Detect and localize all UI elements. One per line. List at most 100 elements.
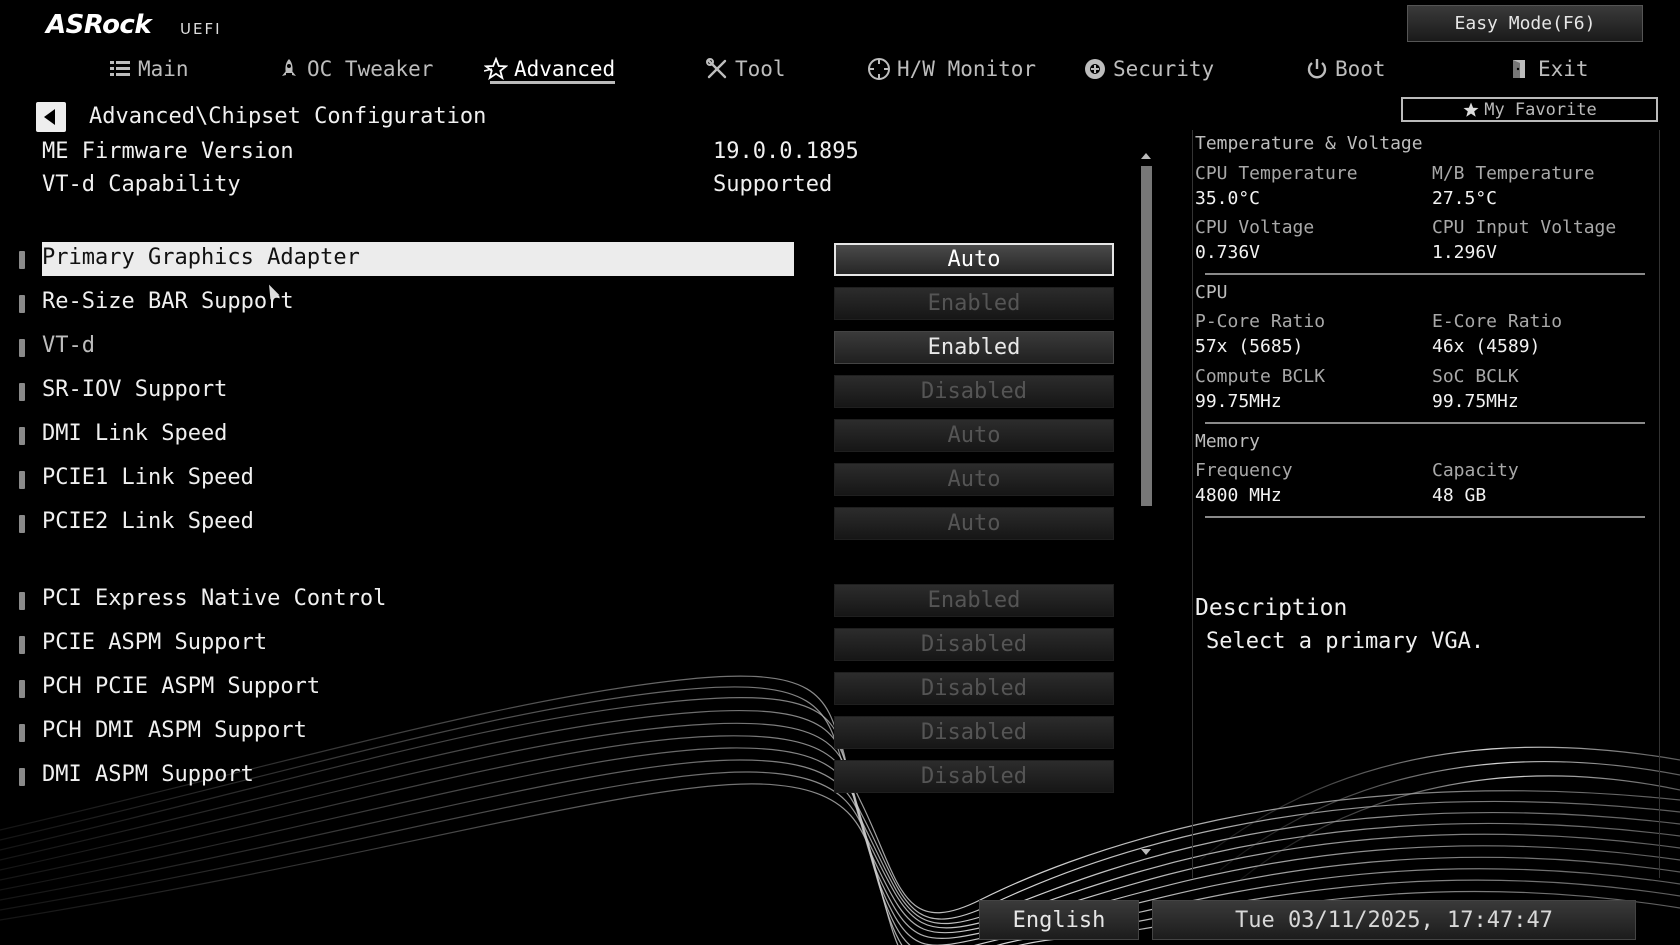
back-arrow-icon	[44, 109, 55, 125]
back-button[interactable]	[36, 102, 66, 132]
easy-mode-button[interactable]: Easy Mode(F6)	[1407, 5, 1643, 42]
rocket-icon	[282, 59, 296, 76]
setting-label: PCH DMI ASPM Support	[42, 718, 307, 743]
cpu-section-title: CPU	[1195, 282, 1228, 303]
tab-hw-monitor[interactable]: H/W Monitor	[867, 48, 1036, 90]
list-icon	[110, 61, 130, 76]
star-icon	[1463, 102, 1479, 117]
tab-security[interactable]: Security	[1083, 48, 1214, 90]
setting-label: DMI ASPM Support	[42, 762, 254, 787]
setting-row-vtd[interactable]: VT-d Enabled	[0, 330, 1120, 366]
setting-row-pcie2-link-speed[interactable]: PCIE2 Link Speed Auto	[0, 506, 1120, 542]
tab-advanced-label: Advanced	[514, 57, 616, 81]
breadcrumb: Advanced\Chipset Configuration	[89, 104, 487, 129]
chevron-up-icon	[1141, 153, 1151, 159]
tab-exit-label: Exit	[1538, 57, 1589, 81]
setting-value-dropdown[interactable]: Disabled	[834, 628, 1114, 661]
setting-row-dmi-aspm[interactable]: DMI ASPM Support Disabled	[0, 759, 1120, 795]
memory-frequency-value: 4800 MHz	[1195, 485, 1282, 506]
row-marker	[19, 339, 25, 357]
tab-boot[interactable]: Boot	[1305, 48, 1386, 90]
tools-icon	[706, 58, 727, 79]
divider	[1205, 422, 1645, 424]
memory-section-title: Memory	[1195, 431, 1261, 452]
scroll-thumb[interactable]	[1141, 166, 1152, 506]
cpu-voltage-value: 0.736V	[1195, 242, 1261, 263]
tab-security-label: Security	[1113, 57, 1215, 81]
tab-oc-tweaker-label: OC Tweaker	[307, 57, 434, 81]
my-favorite-label: My Favorite	[1484, 99, 1597, 120]
info-vtd-capability-value: Supported	[713, 172, 833, 197]
pcore-ratio-label: P-Core Ratio	[1195, 311, 1326, 332]
row-marker	[19, 636, 25, 654]
mb-temp-value: 27.5°C	[1432, 188, 1498, 209]
language-button[interactable]: English	[979, 900, 1139, 940]
tab-main[interactable]: Main	[108, 48, 189, 90]
setting-label: PCIE2 Link Speed	[42, 509, 254, 534]
scroll-down-button[interactable]	[1139, 846, 1153, 858]
settings-scrollbar[interactable]	[1139, 150, 1153, 862]
ecore-ratio-value: 46x (4589)	[1432, 336, 1541, 357]
cpu-temp-value: 35.0°C	[1195, 188, 1261, 209]
setting-row-pci-express-native-control[interactable]: PCI Express Native Control Enabled	[0, 583, 1120, 619]
ecore-ratio-label: E-Core Ratio	[1432, 311, 1563, 332]
tab-hw-monitor-label: H/W Monitor	[897, 57, 1037, 81]
row-marker	[19, 680, 25, 698]
setting-value-dropdown[interactable]: Auto	[834, 463, 1114, 496]
monitor-icon	[868, 58, 890, 80]
setting-value-dropdown[interactable]: Auto	[834, 419, 1114, 452]
compute-bclk-label: Compute BCLK	[1195, 366, 1326, 387]
row-marker	[19, 251, 25, 269]
tab-oc-tweaker[interactable]: OC Tweaker	[277, 48, 433, 90]
tab-exit[interactable]: Exit	[1508, 48, 1589, 90]
soc-bclk-label: SoC BCLK	[1432, 366, 1519, 387]
cpu-temp-label: CPU Temperature	[1195, 163, 1358, 184]
setting-value-dropdown[interactable]: Enabled	[834, 584, 1114, 617]
my-favorite-button[interactable]: My Favorite	[1401, 97, 1658, 122]
setting-value-dropdown[interactable]: Enabled	[834, 331, 1114, 364]
uefi-label: UEFI	[180, 20, 222, 38]
setting-row-pch-dmi-aspm[interactable]: PCH DMI ASPM Support Disabled	[0, 715, 1120, 751]
divider	[1205, 273, 1645, 275]
datetime-display: Tue 03/11/2025, 17:47:47	[1152, 900, 1636, 940]
cpu-input-voltage-value: 1.296V	[1432, 242, 1498, 263]
setting-value-dropdown[interactable]: Disabled	[834, 375, 1114, 408]
setting-label: DMI Link Speed	[42, 421, 228, 446]
chevron-down-icon	[1141, 849, 1151, 855]
setting-row-pch-pcie-aspm[interactable]: PCH PCIE ASPM Support Disabled	[0, 671, 1120, 707]
setting-row-primary-graphics-adapter[interactable]: Primary Graphics Adapter Auto	[0, 242, 1120, 278]
setting-label: PCIE ASPM Support	[42, 630, 268, 655]
row-marker	[19, 471, 25, 489]
tab-advanced[interactable]: Advanced	[484, 48, 616, 90]
tab-boot-label: Boot	[1335, 57, 1386, 81]
scroll-up-button[interactable]	[1139, 150, 1153, 162]
temp-voltage-title: Temperature & Voltage	[1195, 133, 1423, 154]
row-marker	[19, 724, 25, 742]
compute-bclk-value: 99.75MHz	[1195, 391, 1282, 412]
setting-value-dropdown[interactable]: Disabled	[834, 716, 1114, 749]
setting-row-sr-iov[interactable]: SR-IOV Support Disabled	[0, 374, 1120, 410]
row-marker	[19, 768, 25, 786]
setting-row-pcie1-link-speed[interactable]: PCIE1 Link Speed Auto	[0, 462, 1120, 498]
asrock-logo: ASRock	[46, 10, 152, 40]
row-marker	[19, 592, 25, 610]
soc-bclk-value: 99.75MHz	[1432, 391, 1519, 412]
tab-tool-label: Tool	[735, 57, 786, 81]
setting-value-dropdown[interactable]: Enabled	[834, 287, 1114, 320]
shield-icon	[1085, 59, 1105, 79]
description-title: Description	[1195, 595, 1348, 621]
tab-main-label: Main	[138, 57, 189, 81]
setting-row-pcie-aspm[interactable]: PCIE ASPM Support Disabled	[0, 627, 1120, 663]
setting-row-resize-bar[interactable]: Re-Size BAR Support Enabled	[0, 286, 1120, 322]
setting-value-dropdown[interactable]: Auto	[834, 243, 1114, 276]
setting-value-dropdown[interactable]: Disabled	[834, 760, 1114, 793]
setting-row-dmi-link-speed[interactable]: DMI Link Speed Auto	[0, 418, 1120, 454]
info-me-firmware-value: 19.0.0.1895	[713, 139, 859, 164]
setting-label: VT-d	[42, 333, 95, 358]
setting-label: PCIE1 Link Speed	[42, 465, 254, 490]
setting-label: PCH PCIE ASPM Support	[42, 674, 321, 699]
setting-value-dropdown[interactable]: Disabled	[834, 672, 1114, 705]
exit-icon	[1513, 60, 1525, 78]
tab-tool[interactable]: Tool	[705, 48, 786, 90]
setting-value-dropdown[interactable]: Auto	[834, 507, 1114, 540]
